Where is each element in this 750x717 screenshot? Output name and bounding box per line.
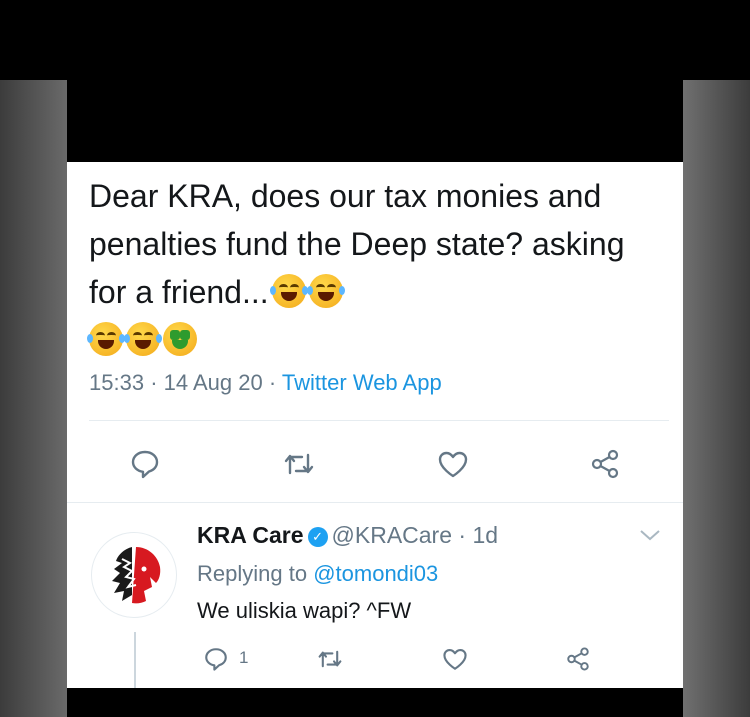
tweet-body-text: Dear KRA, does our tax monies and penalt… (89, 178, 625, 310)
reply-actions: 1 (67, 644, 683, 674)
reply-age: 1d (472, 522, 499, 548)
tweet-card: Dear KRA, does our tax monies and penalt… (67, 162, 683, 688)
meta-separator: · (268, 370, 277, 395)
replying-handle-link[interactable]: @tomondi03 (313, 561, 438, 586)
replying-to: Replying to @tomondi03 (197, 561, 438, 587)
meta-separator: · (150, 370, 158, 395)
retweet-button[interactable] (279, 444, 319, 484)
share-icon (567, 647, 589, 671)
tweet-meta: 15:33 · 14 Aug 20 · Twitter Web App (89, 370, 442, 396)
money-mouth-emoji-icon (163, 322, 197, 356)
meta-separator: · (458, 522, 467, 548)
like-icon (438, 451, 468, 478)
rofl-emoji-icon (306, 274, 345, 308)
avatar[interactable] (91, 532, 177, 618)
verified-badge-icon: ✓ (307, 527, 328, 547)
divider (89, 420, 669, 421)
retweet-icon (284, 453, 314, 475)
tweet-text: Dear KRA, does our tax monies and penalt… (87, 172, 669, 364)
kra-lion-logo-icon (112, 547, 161, 604)
reply-menu-button[interactable] (639, 528, 661, 547)
retweet-button[interactable] (315, 644, 345, 674)
reply-icon (205, 648, 227, 671)
reply-header: KRA Care ✓ @KRACare · 1d (197, 522, 498, 549)
share-button[interactable] (585, 444, 625, 484)
bottom-black-bar (67, 688, 683, 717)
reply-author-name[interactable]: KRA Care (197, 522, 304, 548)
replying-label: Replying to (197, 561, 308, 586)
blurred-background-left (0, 80, 67, 717)
tweet-actions (67, 444, 683, 484)
reply-text: We uliskia wapi? ^FW (197, 598, 412, 623)
divider (67, 502, 683, 503)
like-button[interactable] (433, 444, 473, 484)
chevron-down-icon (640, 530, 660, 541)
like-button[interactable] (440, 644, 470, 674)
black-band-above-card (67, 90, 683, 162)
tweet-date: 14 Aug 20 (163, 370, 263, 395)
tweet-source-link[interactable]: Twitter Web App (282, 370, 442, 395)
reply-count: 1 (239, 648, 249, 667)
reply-button[interactable] (125, 444, 165, 484)
share-icon (591, 449, 619, 479)
share-button[interactable] (563, 644, 593, 674)
retweet-icon (318, 650, 342, 668)
blurred-background-right (683, 80, 750, 717)
top-black-bar (0, 0, 750, 90)
reply-icon (131, 450, 159, 479)
tweet-time: 15:33 (89, 370, 145, 395)
reply-button[interactable] (201, 644, 231, 674)
rofl-emoji-icon (269, 274, 308, 308)
like-icon (443, 649, 467, 670)
reply-author-handle[interactable]: @KRACare (332, 522, 453, 548)
rofl-emoji-icon (124, 322, 162, 356)
rofl-emoji-icon (87, 322, 125, 356)
